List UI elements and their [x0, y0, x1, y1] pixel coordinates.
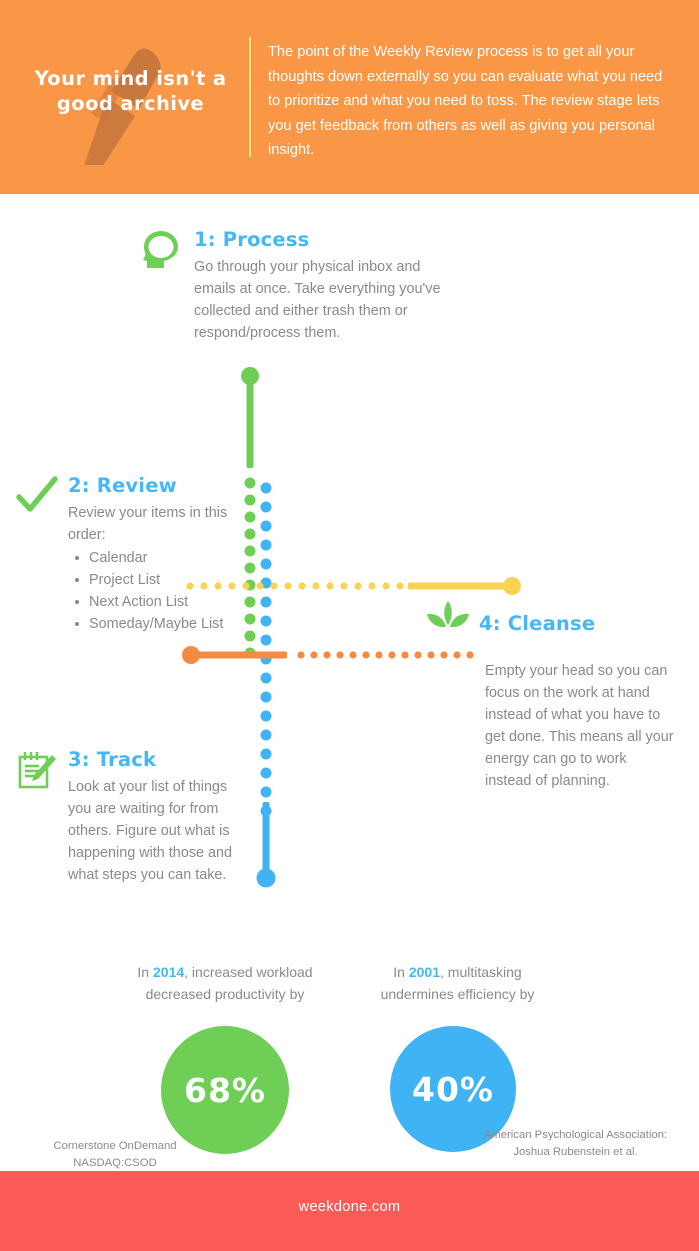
head-icon — [138, 228, 184, 274]
stat-bubble-left: 68% — [161, 1026, 289, 1154]
stat-left-prefix: In — [137, 964, 153, 980]
stat-left-year: 2014 — [153, 964, 185, 980]
source-left: Cornerstone OnDemand NASDAQ:CSOD — [20, 1138, 210, 1172]
step-review-list: Calendar Project List Next Action List S… — [68, 547, 231, 635]
list-item: Calendar — [68, 547, 231, 569]
step-process: 1: Process Go through your physical inbo… — [138, 228, 468, 344]
green-dot-column — [244, 477, 256, 659]
step-cleanse-title: 4: Cleanse — [479, 612, 596, 635]
yellow-end-dot — [503, 577, 521, 595]
leaf-plant-icon — [425, 600, 471, 640]
source-right-line2: Joshua Rubenstein et al. — [513, 1146, 638, 1158]
step-process-body: Go through your physical inbox and email… — [194, 259, 441, 341]
header-divider — [249, 37, 251, 157]
step-track: 3: Track Look at your list of things you… — [14, 748, 244, 886]
checkmark-icon — [14, 474, 60, 520]
source-left-line1: Cornerstone OnDemand — [53, 1140, 177, 1152]
statistics-section: In 2014, increased workload decreased pr… — [0, 930, 699, 1169]
list-item: Next Action List — [68, 591, 231, 613]
blue-dot-column — [260, 482, 272, 817]
step-review-body: Review your items in this order: — [68, 505, 228, 543]
header-title: Your mind isn't a good archive — [34, 67, 227, 115]
header-banner: Your mind isn't a good archive The point… — [0, 0, 699, 194]
source-left-line2: NASDAQ:CSOD — [73, 1157, 157, 1169]
stat-right-year: 2001 — [408, 964, 441, 980]
step-track-title: 3: Track — [68, 748, 157, 771]
footer-website-link[interactable]: weekdone.com — [0, 1199, 699, 1215]
source-right: American Psychological Association: Josh… — [468, 1127, 683, 1161]
stat-right-prefix: In — [393, 964, 409, 980]
step-process-title: 1: Process — [194, 228, 310, 251]
stat-caption-left: In 2014, increased workload decreased pr… — [110, 961, 340, 1005]
source-right-line1: American Psychological Association: — [483, 1129, 668, 1141]
footer-bar: weekdone.com — [0, 1171, 699, 1251]
infographic-page: Your mind isn't a good archive The point… — [0, 0, 699, 1251]
list-item: Someday/Maybe List — [68, 613, 231, 635]
stat-caption-right: In 2001, multitasking undermines efficie… — [355, 961, 560, 1005]
list-item: Project List — [68, 569, 231, 591]
step-track-body: Look at your list of things you are wait… — [68, 779, 233, 883]
stat-right-value: 40% — [412, 1069, 494, 1109]
blue-end-dot — [256, 868, 276, 888]
stat-left-value: 68% — [184, 1070, 266, 1110]
step-review: 2: Review Review your items in this orde… — [14, 474, 239, 635]
step-cleanse: 4: Cleanse Empty your head so you can fo… — [425, 600, 685, 792]
step-cleanse-body: Empty your head so you can focus on the … — [485, 663, 674, 789]
header-body-text: The point of the Weekly Review process i… — [268, 44, 663, 158]
notepad-pencil-icon — [14, 748, 60, 794]
step-review-title: 2: Review — [68, 474, 177, 497]
